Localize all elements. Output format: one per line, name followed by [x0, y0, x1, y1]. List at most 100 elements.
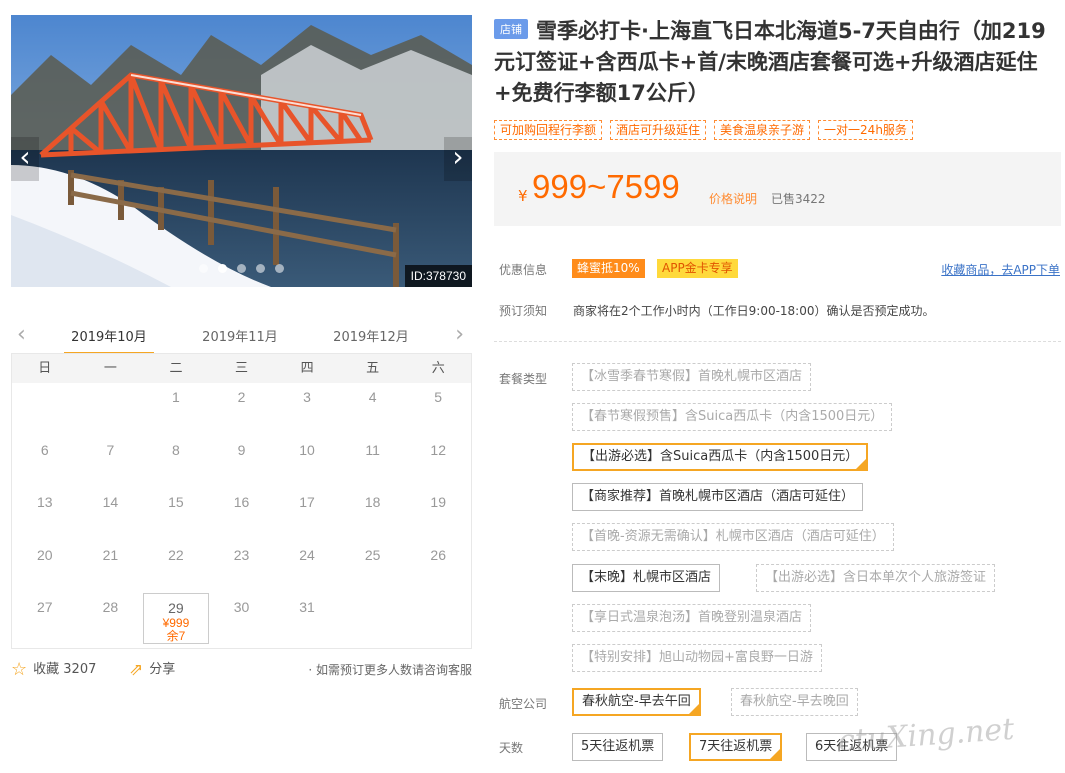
product-hero-image: ‹ › ID:378730: [11, 15, 472, 287]
share-icon: ⇗: [129, 660, 144, 680]
day-number: 29: [168, 600, 184, 616]
day-number: 13: [36, 494, 53, 510]
calendar-footer: ☆ 收藏 3207 ⇗ 分享 · 如需预订更多人数请咨询客服: [11, 658, 472, 680]
package-option-normal[interactable]: 【商家推荐】首晚札幌市区酒店（酒店可延住）: [572, 483, 864, 511]
day-number: 18: [364, 494, 381, 510]
tab-month-nov[interactable]: 2019年11月: [195, 326, 285, 354]
package-option-normal[interactable]: 【末晚】札幌市区酒店: [572, 564, 721, 592]
next-month-button[interactable]: ›: [455, 322, 464, 347]
chevron-right-icon: ›: [452, 140, 464, 173]
package-option-selected[interactable]: 【出游必选】含Suica西瓜卡（内含1500日元）: [572, 443, 869, 471]
section-divider: [494, 341, 1061, 342]
calendar-day: 1: [143, 383, 209, 436]
calendar-day: 28: [78, 593, 144, 646]
day-number: 7: [106, 441, 115, 458]
calendar-day: 5: [405, 383, 471, 436]
chevron-right-icon: ›: [455, 322, 464, 347]
calendar-day: 11: [340, 436, 406, 489]
calendar-day: 6: [12, 436, 78, 489]
product-tag: 可加购回程行李额: [494, 120, 603, 140]
days-label: 天数: [499, 741, 524, 755]
calendar-day: 4: [340, 383, 406, 436]
share-button[interactable]: ⇗ 分享: [129, 658, 175, 680]
day-number: 21: [102, 546, 119, 563]
day-number: 10: [299, 441, 315, 458]
calendar-day: 27: [12, 593, 78, 646]
days-option-normal[interactable]: 6天往返机票: [806, 733, 898, 761]
days-option-selected[interactable]: 7天往返机票: [689, 733, 783, 761]
calendar-day: 13: [12, 488, 78, 541]
calendar-day: 26: [405, 541, 471, 594]
favorite-button[interactable]: ☆ 收藏 3207: [11, 658, 96, 680]
airline-option-selected[interactable]: 春秋航空-早去午回: [572, 688, 701, 716]
day-stock: 余7: [166, 629, 186, 643]
calendar-day: 19: [405, 488, 471, 541]
weekday-label: 四: [300, 361, 314, 376]
day-number: 17: [299, 494, 315, 510]
package-option-disabled: 【冰雪季春节寒假】首晚札幌市区酒店: [572, 363, 812, 391]
product-title-block: 店铺 雪季必打卡·上海直飞日本北海道5-7天自由行（加219元订签证+含西瓜卡+首…: [494, 16, 1064, 109]
hero-dot[interactable]: [199, 264, 208, 273]
calendar-day: 21: [78, 541, 144, 594]
package-type-label: 套餐类型: [499, 372, 548, 386]
star-icon: ☆: [11, 659, 28, 680]
price-explain-link[interactable]: 价格说明: [709, 190, 757, 207]
day-number: 2: [237, 389, 246, 405]
day-number: 20: [36, 546, 53, 563]
hero-prev-button[interactable]: ‹: [11, 137, 39, 181]
package-option-disabled: 【首晚-资源无需确认】札幌市区酒店（酒店可延住）: [572, 523, 894, 551]
day-number: 12: [430, 441, 446, 458]
weekday-label: 二: [169, 361, 183, 376]
hero-dot-active[interactable]: [218, 264, 227, 273]
calendar-day: 17: [274, 488, 340, 541]
booking-calendar: 日一二三四五六 1 2 3 4 5 6 7 8 9 10 11 12 13 14 15 16 17 18 19 20 2…: [11, 353, 472, 649]
product-tag: 美食温泉亲子游: [714, 120, 811, 140]
chevron-left-icon: ‹: [17, 322, 26, 347]
hero-next-button[interactable]: ›: [444, 137, 472, 181]
tab-month-dec[interactable]: 2019年12月: [326, 326, 416, 354]
calendar-day: 8: [143, 436, 209, 489]
shop-badge[interactable]: 店铺: [494, 19, 528, 39]
calendar-day: 2: [209, 383, 275, 436]
hero-dot[interactable]: [275, 264, 284, 273]
day-number: 14: [102, 494, 119, 510]
app-gold-card-badge: APP金卡专享: [657, 259, 738, 278]
price-range: 999~7599: [532, 168, 680, 205]
favorite-go-app-link[interactable]: 收藏商品，去APP下单: [941, 261, 1060, 278]
prev-month-button[interactable]: ‹: [17, 322, 26, 347]
package-option-disabled: 【特别安排】旭山动物园+富良野一日游: [572, 644, 822, 672]
day-number: 6: [40, 441, 49, 458]
day-number: 19: [430, 494, 446, 510]
weekday-label: 三: [235, 361, 249, 376]
day-number: 25: [364, 546, 381, 563]
package-option-disabled: 【出游必选】含日本单次个人旅游签证: [756, 564, 996, 592]
calendar-day: 7: [78, 436, 144, 489]
hero-dot[interactable]: [256, 264, 265, 273]
day-number: 22: [168, 546, 184, 563]
day-number: 11: [365, 441, 380, 458]
days-option-normal[interactable]: 5天往返机票: [572, 733, 664, 761]
booking-notice-text: 商家将在2个工作小时内（工作日9:00-18:00）确认是否预定成功。: [573, 304, 935, 318]
calendar-day: 25: [340, 541, 406, 594]
day-price: ¥999: [162, 616, 190, 630]
calendar-day-available[interactable]: 29 ¥999 余7: [143, 593, 209, 644]
calendar-day: 24: [274, 541, 340, 594]
image-id-label: ID:378730: [404, 265, 472, 287]
day-number: 24: [299, 546, 315, 563]
hero-dot[interactable]: [237, 264, 246, 273]
day-number: 26: [430, 546, 446, 563]
day-number: 27: [36, 599, 53, 615]
day-number: 30: [233, 599, 250, 615]
currency-symbol: ¥: [518, 187, 528, 205]
sold-count: 已售3422: [771, 192, 826, 206]
day-number: 28: [102, 599, 119, 615]
tab-month-oct[interactable]: 2019年10月: [64, 326, 154, 354]
calendar-day: 20: [12, 541, 78, 594]
day-number: 5: [434, 389, 443, 405]
weekday-label: 日: [38, 361, 52, 376]
price-box: ¥ 999~7599 价格说明 已售3422: [494, 152, 1061, 226]
day-number: 3: [303, 389, 311, 405]
day-number: 8: [172, 441, 180, 458]
airline-label: 航空公司: [499, 697, 548, 711]
chevron-left-icon: ‹: [19, 140, 31, 173]
